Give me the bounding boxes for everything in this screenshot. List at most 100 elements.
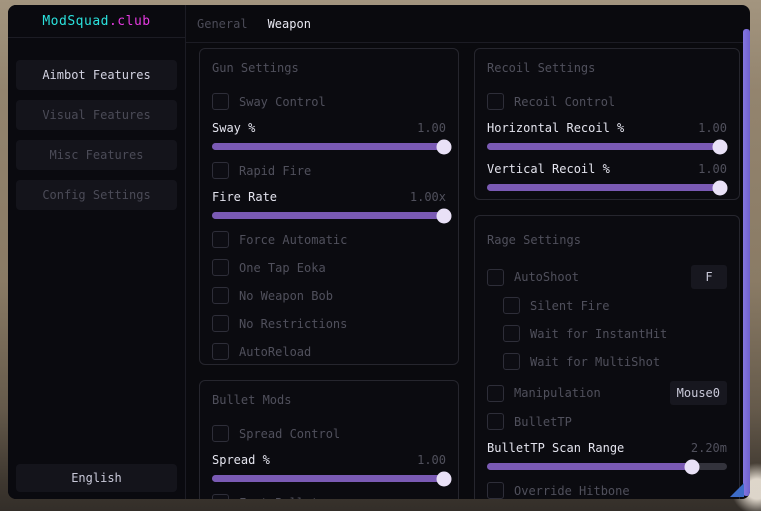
- fast-bullet-label: Fast Bullet: [239, 496, 318, 500]
- bullet-mods-panel: Bullet Mods Spread Control Spread % 1.00: [199, 380, 459, 499]
- sway-control-checkbox[interactable]: [212, 93, 229, 110]
- vertical-recoil-label: Vertical Recoil %: [487, 162, 610, 176]
- game-background: ModSquad.club Aimbot Features Visual Fea…: [0, 0, 761, 511]
- sidebar-item-aimbot-features[interactable]: Aimbot Features: [16, 60, 177, 90]
- fast-bullet-checkbox[interactable]: [212, 494, 229, 499]
- spread-slider[interactable]: [212, 475, 446, 482]
- wait-multishot-checkbox[interactable]: [503, 353, 520, 370]
- override-hitbone-label: Override Hitbone: [514, 484, 630, 498]
- sidebar-item-label: Aimbot Features: [42, 68, 150, 82]
- logo-brand: ModSquad: [42, 14, 109, 29]
- force-automatic-checkbox[interactable]: [212, 231, 229, 248]
- autoreload-checkbox[interactable]: [212, 343, 229, 360]
- sway-slider[interactable]: [212, 143, 446, 150]
- autoshoot-row: AutoShoot F: [487, 265, 727, 289]
- left-column: Gun Settings Sway Control Sway % 1.00: [199, 48, 459, 499]
- slider-handle[interactable]: [685, 459, 700, 474]
- wait-instanthit-row: Wait for InstantHit: [503, 325, 727, 342]
- wait-multishot-label: Wait for MultiShot: [530, 355, 660, 369]
- slider-handle[interactable]: [436, 471, 451, 486]
- rage-settings-panel: Rage Settings AutoShoot F Silent Fire: [474, 215, 740, 499]
- rapid-fire-checkbox[interactable]: [212, 162, 229, 179]
- no-restrictions-row: No Restrictions: [212, 315, 446, 332]
- resize-grip-icon[interactable]: [730, 483, 744, 497]
- scan-range-slider-group: BulletTP Scan Range 2.20m: [487, 441, 727, 470]
- sway-slider-label: Sway %: [212, 121, 255, 135]
- one-tap-eoka-checkbox[interactable]: [212, 259, 229, 276]
- gun-settings-panel: Gun Settings Sway Control Sway % 1.00: [199, 48, 459, 365]
- no-weapon-bob-row: No Weapon Bob: [212, 287, 446, 304]
- force-automatic-row: Force Automatic: [212, 231, 446, 248]
- panel-title: Recoil Settings: [487, 61, 727, 75]
- scan-range-value: 2.20m: [691, 441, 727, 455]
- slider-fill: [487, 184, 720, 191]
- recoil-control-row: Recoil Control: [487, 93, 727, 110]
- spread-slider-label: Spread %: [212, 453, 270, 467]
- sidebar-item-misc-features[interactable]: Misc Features: [16, 140, 177, 170]
- fire-rate-slider-group: Fire Rate 1.00x: [212, 190, 446, 219]
- tab-bar: General Weapon: [186, 5, 750, 43]
- tab-general[interactable]: General: [197, 17, 248, 31]
- override-hitbone-row: Override Hitbone: [487, 482, 727, 499]
- no-weapon-bob-label: No Weapon Bob: [239, 289, 333, 303]
- autoshoot-keybind-button[interactable]: F: [691, 265, 727, 289]
- rapid-fire-row: Rapid Fire: [212, 162, 446, 179]
- silent-fire-row: Silent Fire: [503, 297, 727, 314]
- language-button[interactable]: English: [16, 464, 177, 492]
- autoshoot-checkbox[interactable]: [487, 269, 504, 286]
- one-tap-eoka-row: One Tap Eoka: [212, 259, 446, 276]
- wait-instanthit-checkbox[interactable]: [503, 325, 520, 342]
- vertical-recoil-slider-group: Vertical Recoil % 1.00: [487, 162, 727, 191]
- vertical-scrollbar[interactable]: [743, 29, 750, 496]
- fire-rate-slider-label: Fire Rate: [212, 190, 277, 204]
- slider-fill: [487, 143, 720, 150]
- manipulation-checkbox[interactable]: [487, 385, 504, 402]
- bullettp-checkbox[interactable]: [487, 413, 504, 430]
- manipulation-keybind-button[interactable]: Mouse0: [670, 381, 727, 405]
- slider-handle[interactable]: [436, 208, 451, 223]
- sidebar-item-label: Visual Features: [42, 108, 150, 122]
- sidebar-item-label: Misc Features: [50, 148, 144, 162]
- slider-fill: [487, 463, 692, 470]
- panel-title: Gun Settings: [212, 61, 446, 75]
- vertical-recoil-slider[interactable]: [487, 184, 727, 191]
- horizontal-recoil-slider-group: Horizontal Recoil % 1.00: [487, 121, 727, 150]
- logo: ModSquad.club: [8, 5, 185, 38]
- right-column: Recoil Settings Recoil Control Horizonta…: [474, 48, 740, 499]
- silent-fire-checkbox[interactable]: [503, 297, 520, 314]
- horizontal-recoil-slider[interactable]: [487, 143, 727, 150]
- slider-fill: [212, 212, 444, 219]
- silent-fire-label: Silent Fire: [530, 299, 609, 313]
- sidebar-item-visual-features[interactable]: Visual Features: [16, 100, 177, 130]
- slider-handle[interactable]: [712, 180, 727, 195]
- force-automatic-label: Force Automatic: [239, 233, 347, 247]
- recoil-control-checkbox[interactable]: [487, 93, 504, 110]
- no-restrictions-checkbox[interactable]: [212, 315, 229, 332]
- bullettp-label: BulletTP: [514, 415, 572, 429]
- slider-handle[interactable]: [436, 139, 451, 154]
- tab-weapon[interactable]: Weapon: [268, 17, 311, 31]
- slider-fill: [212, 475, 444, 482]
- sidebar-item-config-settings[interactable]: Config Settings: [16, 180, 177, 210]
- scan-range-label: BulletTP Scan Range: [487, 441, 624, 455]
- recoil-settings-panel: Recoil Settings Recoil Control Horizonta…: [474, 48, 740, 200]
- manipulation-row: Manipulation Mouse0: [487, 381, 727, 405]
- cheat-menu-window: ModSquad.club Aimbot Features Visual Fea…: [8, 5, 750, 499]
- no-weapon-bob-checkbox[interactable]: [212, 287, 229, 304]
- no-restrictions-label: No Restrictions: [239, 317, 347, 331]
- fire-rate-slider-value: 1.00x: [410, 190, 446, 204]
- content-area: Gun Settings Sway Control Sway % 1.00: [186, 43, 750, 499]
- autoreload-row: AutoReload: [212, 343, 446, 360]
- slider-handle[interactable]: [712, 139, 727, 154]
- sway-control-row: Sway Control: [212, 93, 446, 110]
- language-button-label: English: [71, 471, 122, 485]
- spread-slider-value: 1.00: [417, 453, 446, 467]
- scan-range-slider[interactable]: [487, 463, 727, 470]
- wait-multishot-row: Wait for MultiShot: [503, 353, 727, 370]
- spread-slider-group: Spread % 1.00: [212, 453, 446, 482]
- fire-rate-slider[interactable]: [212, 212, 446, 219]
- autoshoot-label: AutoShoot: [514, 270, 579, 284]
- override-hitbone-checkbox[interactable]: [487, 482, 504, 499]
- spread-control-checkbox[interactable]: [212, 425, 229, 442]
- spread-control-row: Spread Control: [212, 425, 446, 442]
